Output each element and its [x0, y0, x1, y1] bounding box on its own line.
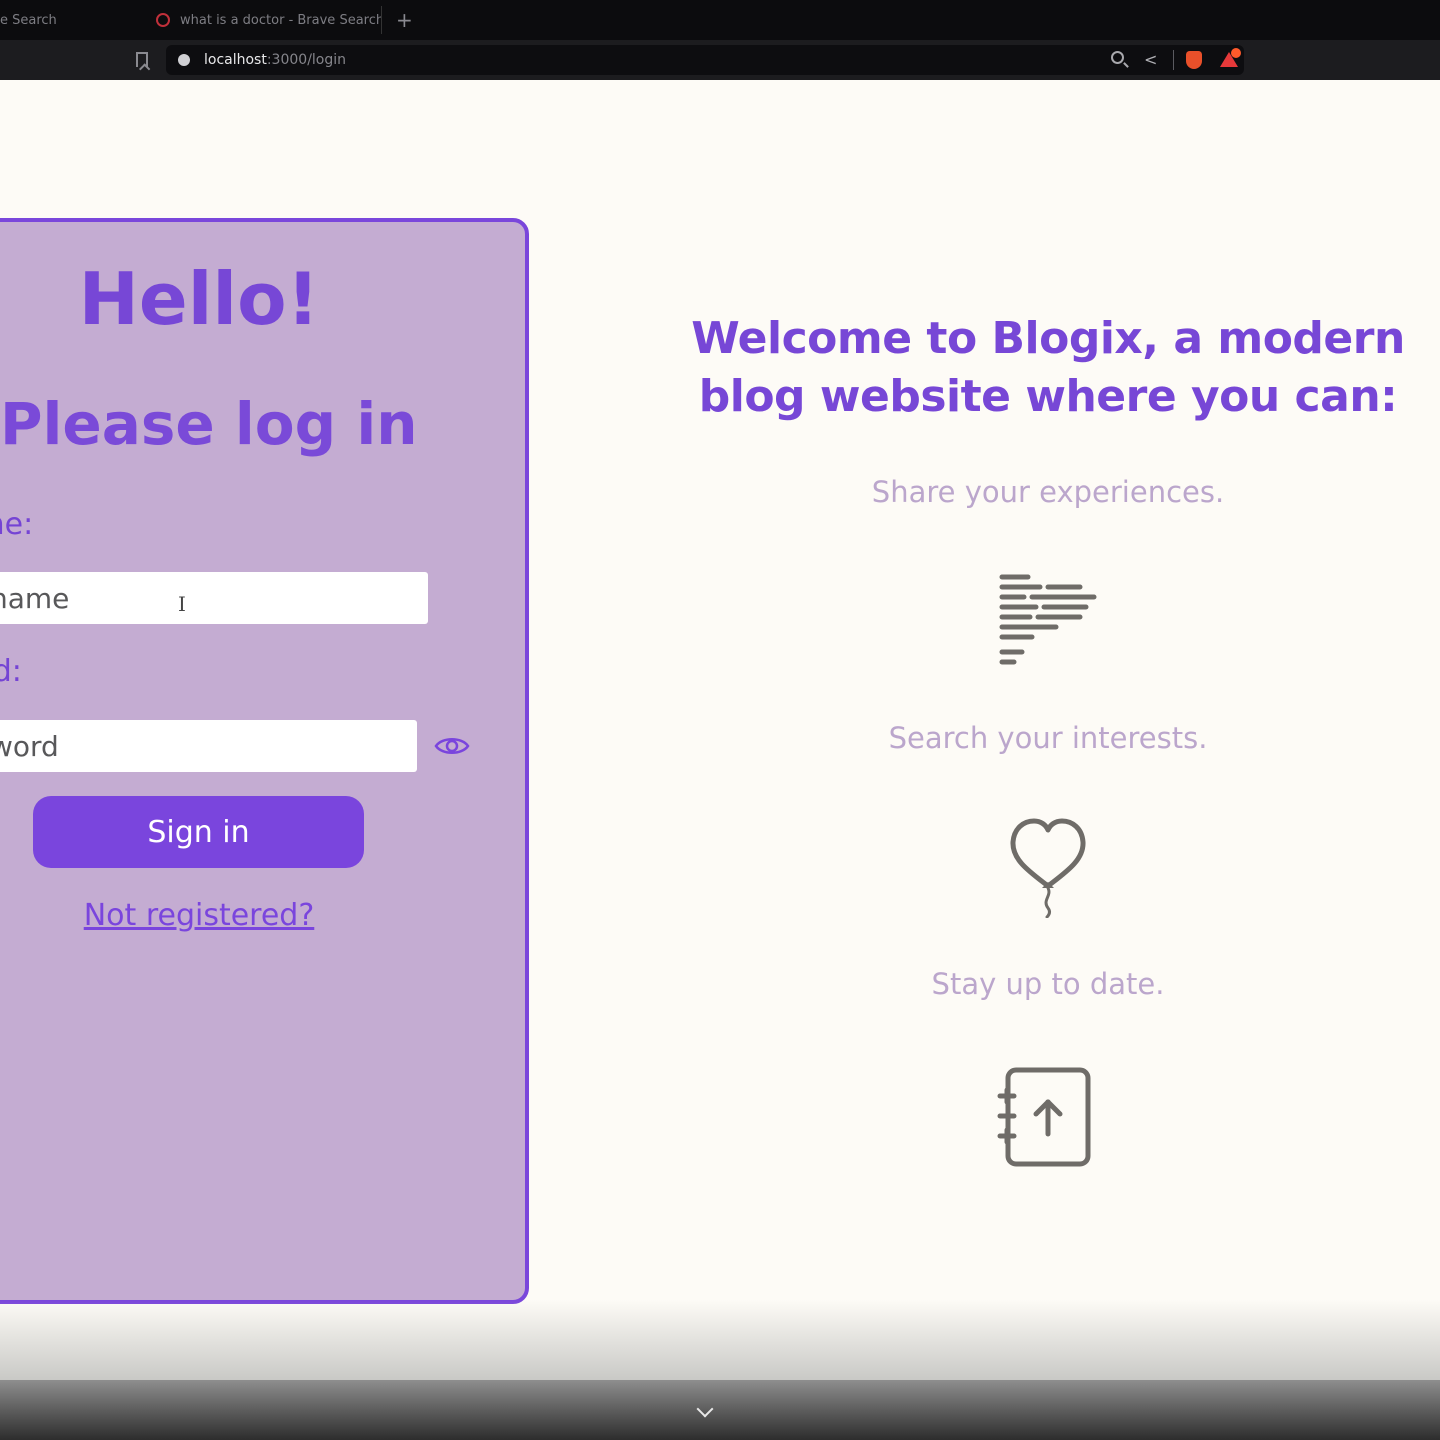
not-registered-link[interactable]: Not registered? — [0, 896, 398, 936]
feature-search-text: Search your interests. — [888, 721, 1208, 755]
sign-in-button[interactable]: Sign in — [33, 796, 364, 868]
text-cursor-icon: I — [178, 592, 186, 616]
password-label: word: — [0, 654, 22, 689]
notebook-upload-icon — [997, 1067, 1091, 1167]
username-label: name: — [0, 507, 34, 542]
tab-title: e Search — [0, 12, 57, 28]
bookmark-icon[interactable] — [136, 52, 148, 67]
password-input[interactable] — [0, 720, 417, 772]
brave-shields-icon[interactable] — [1186, 51, 1202, 69]
zoom-icon[interactable] — [1111, 51, 1124, 64]
welcome-heading: Welcome to Blogix, a modern blog website… — [691, 313, 1405, 422]
bottom-fade-overlay — [0, 1300, 1440, 1380]
site-info-icon[interactable] — [178, 54, 190, 66]
url-text[interactable]: localhost:3000/login — [204, 50, 346, 70]
tab-title: what is a doctor - Brave Search — [180, 12, 382, 28]
eye-icon[interactable] — [434, 734, 470, 758]
username-input[interactable] — [0, 572, 428, 624]
share-icon[interactable]: < — [1144, 50, 1157, 70]
heart-balloon-icon — [1010, 818, 1086, 918]
url-host: localhost — [204, 52, 267, 68]
bottom-panel-bar — [0, 1380, 1440, 1440]
feature-update-text: Stay up to date. — [931, 967, 1165, 1001]
toolbar-divider — [1173, 50, 1174, 70]
login-subtitle: Please log in — [0, 390, 418, 458]
new-tab-button[interactable]: + — [396, 6, 413, 34]
greeting-heading: Hello! — [78, 257, 320, 341]
browser-tab[interactable]: e Search — [0, 6, 140, 34]
url-path: :3000/login — [266, 52, 347, 68]
notification-badge — [1231, 48, 1241, 58]
browser-tab[interactable]: what is a doctor - Brave Search — [150, 6, 382, 34]
browser-tab-bar: e Search what is a doctor - Brave Search… — [0, 0, 1440, 40]
brave-search-favicon-icon — [156, 13, 170, 27]
feature-share-text: Share your experiences. — [871, 475, 1225, 509]
text-lines-icon — [999, 574, 1097, 665]
